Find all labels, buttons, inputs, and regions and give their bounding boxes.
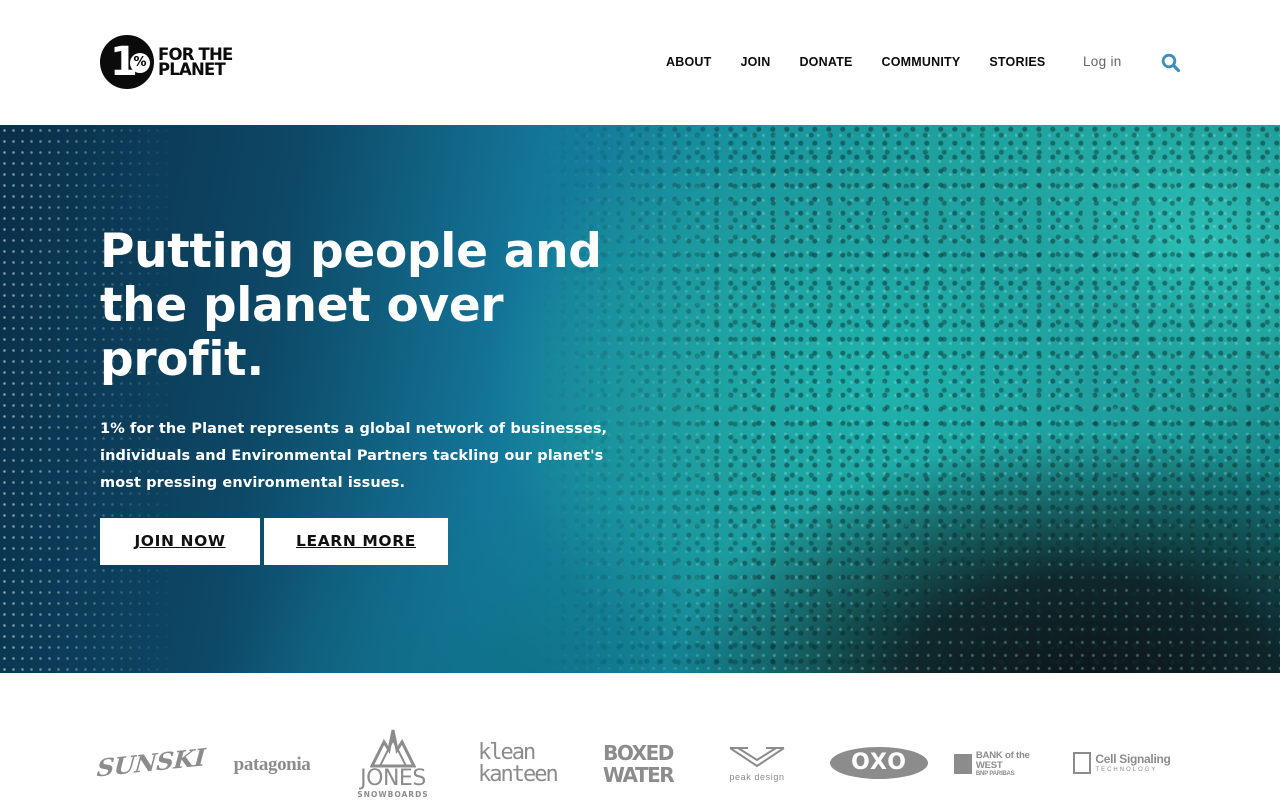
- hero-section: Putting people and the planet over profi…: [0, 125, 1280, 673]
- site-header: 1 % FOR THE PLANET ABOUT JOIN DONATE COM…: [0, 0, 1280, 125]
- nav-community[interactable]: COMMUNITY: [882, 54, 961, 70]
- partner-logo-jones[interactable]: JONES SNOWBOARDS: [355, 725, 431, 800]
- boxed-line-2: WATER: [602, 763, 675, 787]
- search-icon[interactable]: [1161, 53, 1181, 73]
- partner-logo-patagonia[interactable]: patagonia: [222, 753, 322, 777]
- boxed-line-1: BOXED: [603, 741, 674, 765]
- cell-line-1: Cell Signaling: [1095, 751, 1171, 766]
- logo-line-2: PLANET: [158, 60, 226, 79]
- login-link[interactable]: Log in: [1083, 54, 1122, 70]
- nav-about[interactable]: ABOUT: [666, 54, 711, 70]
- klean-line-2: kanteen: [478, 762, 559, 787]
- main-nav: ABOUT JOIN DONATE COMMUNITY STORIES: [666, 54, 1074, 70]
- site-logo[interactable]: 1 % FOR THE PLANET: [100, 35, 233, 89]
- partner-logo-bank-of-the-west[interactable]: BANK of the WEST BNP PARIBAS: [954, 749, 1050, 778]
- hero-title: Putting people and the planet over profi…: [100, 224, 602, 387]
- peak-design-text: peak design: [729, 772, 785, 782]
- nav-join[interactable]: JOIN: [740, 54, 770, 70]
- jones-title: JONES: [360, 765, 426, 791]
- partner-logo-oxo[interactable]: OXO: [830, 747, 928, 779]
- peak-design-icon: [729, 747, 785, 768]
- hero-subtitle: 1% for the Planet represents a global ne…: [100, 421, 608, 491]
- partner-logo-boxed-water[interactable]: BOXED WATER: [602, 737, 675, 791]
- jones-subtitle: SNOWBOARDS: [357, 789, 429, 799]
- partner-logo-peak-design[interactable]: peak design: [724, 741, 790, 785]
- hero-wave-texture: [0, 125, 1280, 673]
- bank-line-2: BNP PARIBAS: [975, 770, 1015, 777]
- bank-text: BANK of the WEST BNP PARIBAS: [975, 749, 1050, 778]
- mountain-icon: [370, 729, 416, 767]
- logo-percent: %: [130, 53, 150, 73]
- nav-stories[interactable]: STORIES: [989, 54, 1045, 70]
- logo-mark: 1 %: [100, 35, 154, 89]
- partner-logo-klean-kanteen[interactable]: klean kanteen: [478, 737, 559, 791]
- bank-icon: [954, 754, 972, 774]
- bank-line-1: BANK of the WEST: [975, 749, 1030, 771]
- learn-more-button[interactable]: LEARN MORE: [264, 518, 448, 565]
- partner-logo-sunski[interactable]: SUNSKI: [96, 739, 206, 787]
- klean-line-1: klean: [478, 740, 536, 765]
- cell-signaling-icon: [1073, 752, 1092, 774]
- nav-donate[interactable]: DONATE: [799, 54, 852, 70]
- cell-text: Cell Signaling TECHNOLOGY: [1095, 751, 1171, 774]
- join-now-button[interactable]: JOIN NOW: [100, 518, 260, 565]
- partner-logo-cell-signaling[interactable]: Cell Signaling TECHNOLOGY: [1070, 749, 1174, 777]
- cell-line-2: TECHNOLOGY: [1095, 766, 1158, 773]
- partner-logos: SUNSKI patagonia JONES SNOWBOARDS klean …: [0, 673, 1280, 800]
- logo-wordmark: FOR THE PLANET: [158, 46, 233, 79]
